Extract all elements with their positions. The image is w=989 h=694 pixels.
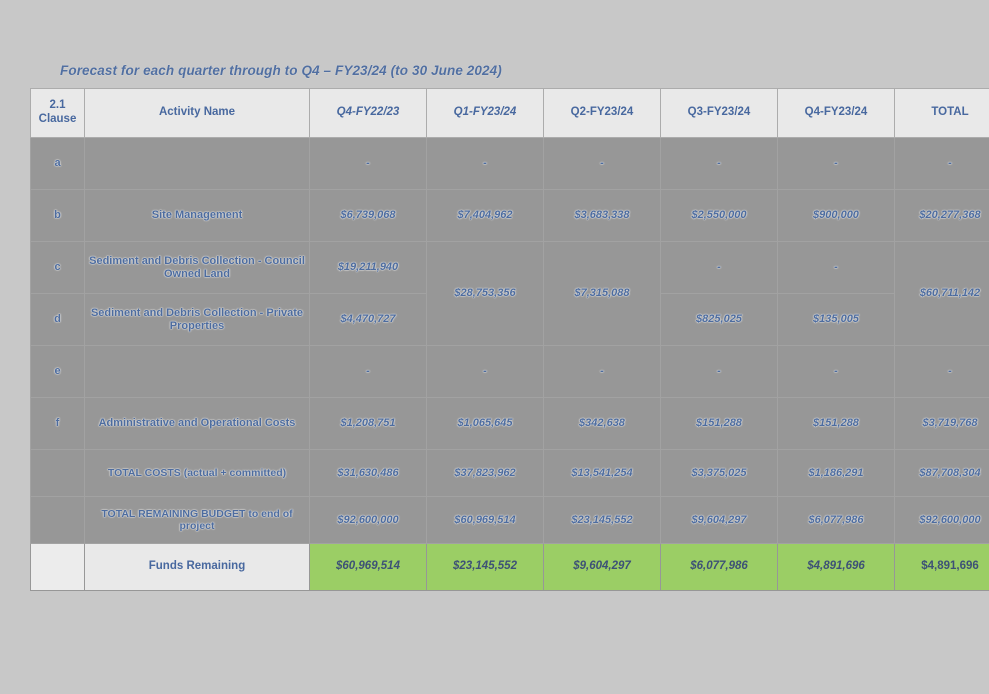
remaining-budget-label: TOTAL REMAINING BUDGET to end of project [84, 496, 310, 544]
row-value-q1-fy2324-merged: $28,753,356 [426, 241, 544, 346]
column-header-q4-fy2223: Q4-FY22/23 [309, 88, 427, 138]
row-value-q4-fy2324: - [777, 345, 895, 398]
table-row: b Site Management $6,739,068 $7,404,962 … [30, 189, 989, 242]
row-clause: c [30, 241, 85, 294]
row-value-q4-fy2223: $19,211,940 [309, 241, 427, 294]
total-costs-row: TOTAL COSTS (actual + committed) $31,630… [30, 449, 989, 497]
total-costs-label: TOTAL COSTS (actual + committed) [84, 449, 310, 497]
row-value-q4-fy2223: $4,470,727 [309, 293, 427, 346]
total-costs-q1-fy2324: $37,823,962 [426, 449, 544, 497]
row-value-q4-fy2223: - [309, 345, 427, 398]
funds-remaining-total: $4,891,696 [894, 543, 989, 591]
row-value-q3-fy2324: - [660, 137, 778, 190]
column-header-q3-fy2324: Q3-FY23/24 [660, 88, 778, 138]
remaining-budget-q4-fy2324: $6,077,986 [777, 496, 895, 544]
row-clause [30, 543, 85, 591]
column-header-activity-name: Activity Name [84, 88, 310, 138]
total-costs-total: $87,708,304 [894, 449, 989, 497]
row-clause: e [30, 345, 85, 398]
table-row: f Administrative and Operational Costs $… [30, 397, 989, 450]
row-value-q4-fy2324: $135,005 [777, 293, 895, 346]
row-value-q2-fy2324: - [543, 345, 661, 398]
table-header-row: 2.1 Clause Activity Name Q4-FY22/23 Q1-F… [30, 88, 989, 138]
row-value-total: - [894, 345, 989, 398]
row-value-q3-fy2324: $151,288 [660, 397, 778, 450]
row-value-total: $3,719,768 [894, 397, 989, 450]
row-clause: f [30, 397, 85, 450]
row-clause: b [30, 189, 85, 242]
remaining-budget-total: $92,600,000 [894, 496, 989, 544]
row-clause [30, 449, 85, 497]
funds-remaining-label: Funds Remaining [84, 543, 310, 591]
page-title: Forecast for each quarter through to Q4 … [60, 62, 502, 78]
row-activity-name: Sediment and Debris Collection - Private… [84, 293, 310, 346]
row-activity-name [84, 137, 310, 190]
table-row: e - - - - - - [30, 345, 989, 398]
table-row: c Sediment and Debris Collection - Counc… [30, 241, 989, 346]
row-value-q4-fy2223: - [309, 137, 427, 190]
row-value-q4-fy2324: - [777, 241, 895, 294]
column-header-q2-fy2324: Q2-FY23/24 [543, 88, 661, 138]
total-costs-q4-fy2223: $31,630,486 [309, 449, 427, 497]
funds-remaining-q4-fy2324: $4,891,696 [777, 543, 895, 591]
row-value-q3-fy2324: $2,550,000 [660, 189, 778, 242]
remaining-budget-q2-fy2324: $23,145,552 [543, 496, 661, 544]
remaining-budget-q3-fy2324: $9,604,297 [660, 496, 778, 544]
column-header-total: TOTAL [894, 88, 989, 138]
row-value-q3-fy2324: $825,025 [660, 293, 778, 346]
row-value-q2-fy2324: $3,683,338 [543, 189, 661, 242]
spreadsheet-canvas: Forecast for each quarter through to Q4 … [0, 0, 989, 694]
row-value-q2-fy2324-merged: $7,315,088 [543, 241, 661, 346]
column-header-q4-fy2324: Q4-FY23/24 [777, 88, 895, 138]
row-value-q2-fy2324: - [543, 137, 661, 190]
table-row: a - - - - - - [30, 137, 989, 190]
total-costs-q3-fy2324: $3,375,025 [660, 449, 778, 497]
clause-header-line2: Clause [38, 113, 77, 125]
row-clause [30, 496, 85, 544]
row-value-q2-fy2324: $342,638 [543, 397, 661, 450]
forecast-title-band: Forecast for each quarter through to Q4 … [30, 52, 960, 88]
row-value-q1-fy2324: - [426, 137, 544, 190]
row-value-q4-fy2223: $1,208,751 [309, 397, 427, 450]
row-value-q1-fy2324: $1,065,645 [426, 397, 544, 450]
row-value-q4-fy2324: $151,288 [777, 397, 895, 450]
clause-header-line1: 2.1 [49, 99, 66, 112]
funds-remaining-q1-fy2324: $23,145,552 [426, 543, 544, 591]
row-activity-name: Site Management [84, 189, 310, 242]
row-value-q4-fy2223: $6,739,068 [309, 189, 427, 242]
row-value-total-merged: $60,711,142 [894, 241, 989, 346]
row-value-q3-fy2324: - [660, 241, 778, 294]
total-costs-q2-fy2324: $13,541,254 [543, 449, 661, 497]
row-value-total: $20,277,368 [894, 189, 989, 242]
total-costs-q4-fy2324: $1,186,291 [777, 449, 895, 497]
row-activity-name [84, 345, 310, 398]
column-header-clause: 2.1 Clause [30, 88, 85, 138]
row-clause: d [30, 293, 85, 346]
row-activity-name: Administrative and Operational Costs [84, 397, 310, 450]
funds-remaining-q4-fy2223: $60,969,514 [309, 543, 427, 591]
forecast-table: 2.1 Clause Activity Name Q4-FY22/23 Q1-F… [30, 88, 989, 591]
row-value-q1-fy2324: - [426, 345, 544, 398]
funds-remaining-q2-fy2324: $9,604,297 [543, 543, 661, 591]
column-header-q1-fy2324: Q1-FY23/24 [426, 88, 544, 138]
remaining-budget-row: TOTAL REMAINING BUDGET to end of project… [30, 496, 989, 544]
row-clause: a [30, 137, 85, 190]
funds-remaining-q3-fy2324: $6,077,986 [660, 543, 778, 591]
remaining-budget-q4-fy2223: $92,600,000 [309, 496, 427, 544]
row-activity-name: Sediment and Debris Collection - Council… [84, 241, 310, 294]
row-value-q3-fy2324: - [660, 345, 778, 398]
row-value-q1-fy2324: $7,404,962 [426, 189, 544, 242]
remaining-budget-q1-fy2324: $60,969,514 [426, 496, 544, 544]
row-value-q4-fy2324: - [777, 137, 895, 190]
row-value-total: - [894, 137, 989, 190]
row-value-q4-fy2324: $900,000 [777, 189, 895, 242]
funds-remaining-row: Funds Remaining $60,969,514 $23,145,552 … [30, 543, 989, 591]
